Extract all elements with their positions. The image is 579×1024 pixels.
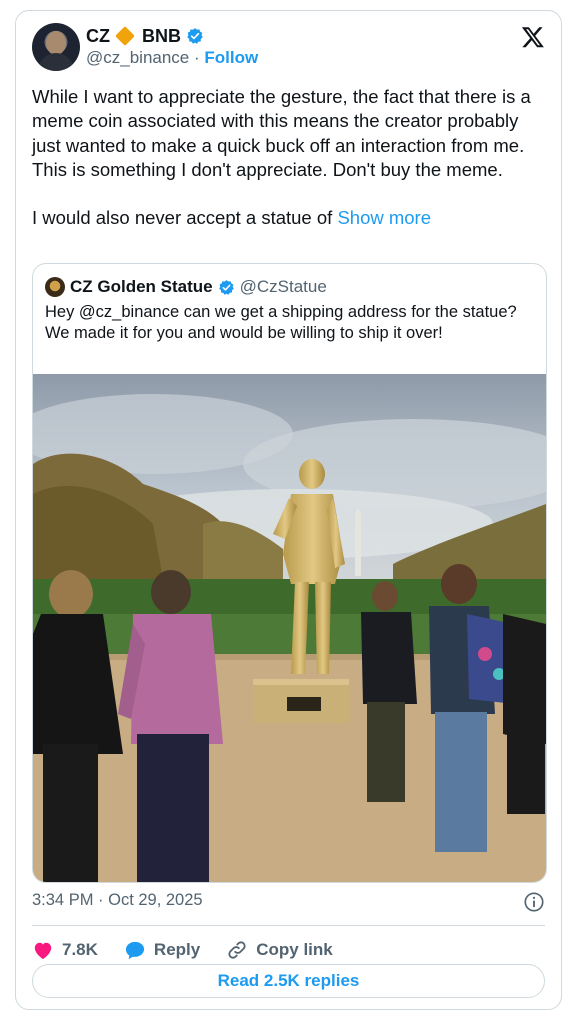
copy-link-button[interactable]: Copy link [226,939,333,961]
tweet-paragraph-text: I would also never accept a statue of [32,207,333,229]
heart-icon [34,942,52,960]
tweet-meta: 3:34 PM · Oct 29, 2025 [32,891,545,915]
diamond-icon [115,26,135,46]
read-replies-label: Read 2.5K replies [217,971,360,990]
copy-link-label: Copy link [256,940,333,959]
verified-icon [218,279,234,295]
like-count: 7.8K [62,940,98,959]
quoted-tweet-text: Hey @cz_binance can we get a shipping ad… [45,303,517,342]
follow-button[interactable]: Follow [204,48,258,67]
tweet-paragraph: While I want to appreciate the gesture, … [32,86,531,180]
author-name-suffix[interactable]: BNB [142,26,181,47]
handle-row: @cz_binance · Follow [86,48,258,68]
x-logo-icon[interactable] [521,25,545,49]
show-more-link[interactable]: Show more [337,207,431,228]
quoted-author-handle: @CzStatue [239,277,327,296]
statue-photo[interactable] [33,374,546,882]
read-replies-button[interactable]: Read 2.5K replies [32,964,545,998]
quoted-tweet-header: CZ Golden Statue @CzStatue [45,276,327,298]
quoted-tweet[interactable]: CZ Golden Statue @CzStatue Hey @cz_binan… [32,263,547,883]
reply-button[interactable]: Reply [124,940,200,960]
reply-icon [125,941,145,960]
author-handle[interactable]: @cz_binance [86,48,189,67]
separator: · [194,48,200,67]
avatar[interactable] [32,23,80,71]
tweet-header: CZ BNB @cz_binance · Follow [32,23,545,75]
divider [32,925,545,926]
verified-icon [187,28,203,44]
info-icon[interactable] [523,891,545,913]
author-name-row[interactable]: CZ BNB [86,25,204,47]
reply-label: Reply [153,940,201,959]
like-button[interactable]: 7.8K [32,940,98,960]
tweet-body: While I want to appreciate the gesture, … [32,85,547,230]
quoted-author-name: CZ Golden Statue [70,277,213,296]
tweet-card: CZ BNB @cz_binance · Follow While I want… [15,10,562,1010]
tweet-paragraph-truncated: I would also never accept a statue of Sh… [32,206,547,230]
quoted-avatar [45,277,65,297]
timestamp[interactable]: 3:34 PM · Oct 29, 2025 [32,891,203,909]
link-icon [228,941,246,959]
author-name[interactable]: CZ [86,26,110,47]
